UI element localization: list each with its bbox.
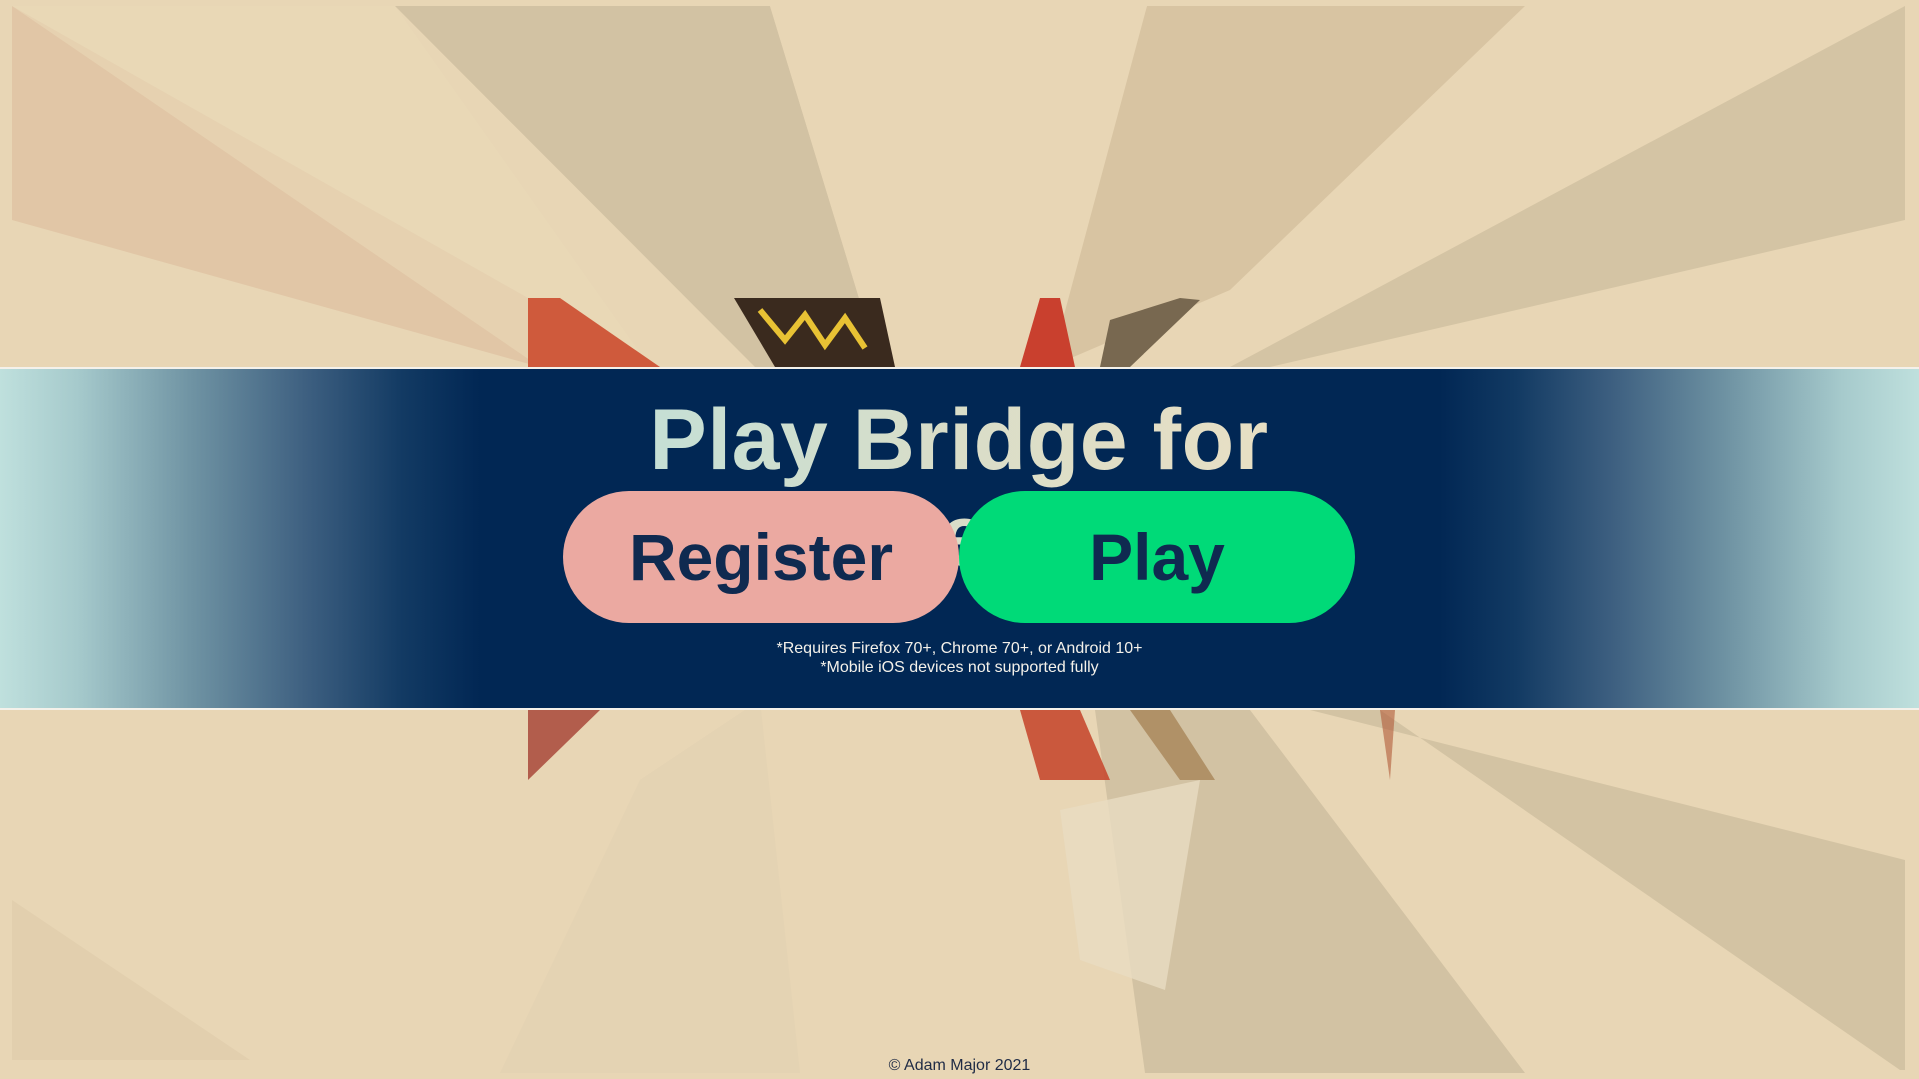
title-container: Play Bridge for Free!: [555, 392, 1363, 584]
mobile-support-note: *Mobile iOS devices not supported fully: [820, 659, 1099, 676]
browser-requirements-note: *Requires Firefox 70+, Chrome 70+, or An…: [776, 640, 1143, 657]
copyright-footer: © Adam Major 2021: [888, 1057, 1031, 1074]
play-button[interactable]: Play: [959, 491, 1355, 623]
register-button[interactable]: Register: [563, 491, 959, 623]
